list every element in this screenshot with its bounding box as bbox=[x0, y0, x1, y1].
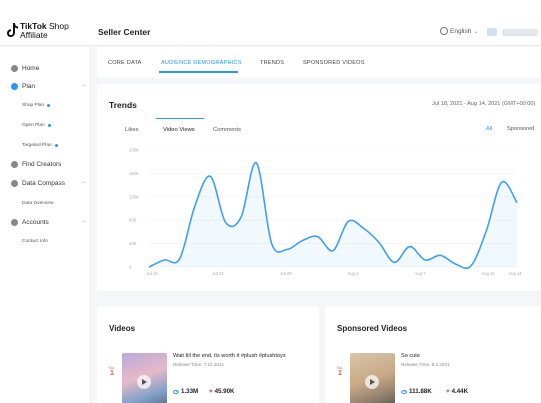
tab-sponsored-videos[interactable]: SPONSORED VIDEOS bbox=[303, 60, 365, 66]
status-dot bbox=[54, 144, 58, 147]
sidebar-sub-open-plan[interactable]: Open Plan bbox=[22, 123, 51, 128]
home-icon bbox=[11, 65, 18, 72]
sidebar-sub-label: Data Overview bbox=[22, 201, 54, 206]
tab-core-data[interactable]: CORE DATA bbox=[108, 60, 142, 66]
section-tabs: CORE DATA AUDIENCE DEMOGRAPHICS TRENDS S… bbox=[97, 47, 541, 78]
views-stat: 1.33M bbox=[173, 388, 198, 395]
avatar[interactable] bbox=[487, 28, 497, 36]
sidebar-sub-label: Shop Plan bbox=[22, 103, 45, 108]
brand-suffix: Shop bbox=[48, 21, 69, 31]
release-time: Release Time: 7.22.2021 bbox=[173, 362, 225, 367]
x-tick-label: Aug 14 bbox=[508, 271, 522, 276]
x-tick-label: Jul 23 bbox=[212, 271, 224, 276]
y-tick-label: 200K bbox=[129, 148, 139, 153]
sidebar-sub-label: Contact Info bbox=[22, 239, 48, 244]
account-name-redacted[interactable] bbox=[502, 29, 538, 36]
chevron-up-icon[interactable]: ⌃ bbox=[81, 220, 86, 227]
views-stat: 111.88K bbox=[401, 388, 432, 395]
language-label: English bbox=[450, 27, 472, 35]
series-area bbox=[149, 162, 517, 269]
rank-badge: No. 1 bbox=[109, 366, 115, 377]
chevron-up-icon[interactable]: ⌃ bbox=[81, 181, 86, 188]
sidebar-item-label: Find Creators bbox=[22, 161, 62, 168]
video-thumbnail[interactable] bbox=[350, 353, 395, 403]
plan-icon bbox=[11, 83, 18, 90]
video-title[interactable]: So cute bbox=[401, 353, 420, 359]
sidebar-sub-targeted-plan[interactable]: Targeted Plan bbox=[22, 143, 58, 148]
y-tick-label: 80K bbox=[129, 218, 137, 223]
sidebar-item-label: Home bbox=[22, 65, 40, 72]
x-tick-label: Jul 18 bbox=[146, 271, 158, 276]
likes-stat: ♥ 45.90K bbox=[209, 388, 235, 395]
status-dot bbox=[47, 124, 51, 127]
rank-number: 1 bbox=[110, 370, 114, 377]
views-count: 111.88K bbox=[409, 388, 432, 395]
trends-panel: Trends Jul 18, 2021 - Aug 14, 2021 (GMT+… bbox=[97, 84, 541, 291]
tab-trends[interactable]: TRENDS bbox=[260, 60, 284, 66]
play-icon[interactable] bbox=[365, 375, 379, 389]
sidebar-item-accounts[interactable]: Accounts bbox=[11, 219, 49, 226]
rank-badge: No. 1 bbox=[337, 366, 343, 377]
search-icon bbox=[11, 161, 18, 168]
sidebar-sub-contact-info[interactable]: Contact Info bbox=[22, 239, 48, 244]
compass-icon bbox=[11, 180, 18, 187]
sidebar-sub-label: Open Plan bbox=[22, 123, 45, 128]
video-thumbnail[interactable] bbox=[122, 353, 167, 403]
likes-count: 4.44K bbox=[451, 388, 469, 395]
y-tick-label: 0 bbox=[129, 265, 132, 270]
heart-icon: ♥ bbox=[209, 388, 213, 395]
rank-number: 1 bbox=[338, 370, 342, 377]
videos-title: Videos bbox=[109, 324, 136, 333]
tab-audience-demographics[interactable]: AUDIENCE DEMOGRAPHICS bbox=[161, 60, 242, 66]
views-count: 1.33M bbox=[181, 388, 199, 395]
likes-count: 45.90K bbox=[214, 388, 235, 395]
sidebar: Home Plan ⌃ Shop Plan Open Plan Targeted… bbox=[0, 47, 91, 403]
y-tick-label: 120K bbox=[129, 194, 139, 199]
likes-stat: ♥ 4.44K bbox=[446, 388, 468, 395]
eye-icon bbox=[401, 389, 407, 394]
eye-icon bbox=[173, 389, 179, 394]
sidebar-item-label: Plan bbox=[22, 83, 36, 90]
user-icon bbox=[11, 219, 18, 226]
status-dot bbox=[47, 104, 51, 107]
globe-icon bbox=[440, 27, 448, 35]
active-tab-underline bbox=[159, 71, 238, 73]
sidebar-item-home[interactable]: Home bbox=[11, 65, 39, 72]
chevron-up-icon[interactable]: ⌃ bbox=[81, 84, 86, 91]
x-tick-label: Aug 12 bbox=[481, 271, 495, 276]
video-title[interactable]: Wait till the end, its worth it #plush #… bbox=[173, 353, 286, 359]
x-tick-label: Aug 3 bbox=[348, 271, 360, 276]
y-tick-label: 160K bbox=[129, 171, 139, 176]
sidebar-item-data-compass[interactable]: Data Compass bbox=[11, 180, 65, 187]
play-icon[interactable] bbox=[137, 375, 151, 389]
y-tick-label: 40K bbox=[129, 241, 137, 246]
sidebar-item-plan[interactable]: Plan bbox=[11, 83, 35, 90]
x-tick-label: Jul 28 bbox=[280, 271, 292, 276]
x-tick-label: Aug 7 bbox=[415, 271, 427, 276]
chevron-down-icon: ⌄ bbox=[473, 28, 479, 35]
sidebar-item-label: Data Compass bbox=[22, 180, 65, 187]
top-bar: TikTok Shop Affiliate Seller Center Engl… bbox=[0, 0, 541, 46]
tiktok-logo[interactable]: TikTok Shop Affiliate bbox=[7, 20, 69, 42]
sidebar-sub-data-overview[interactable]: Data Overview bbox=[22, 201, 53, 206]
videos-card: Videos No. 1 Wait till the end, its wort… bbox=[97, 306, 319, 403]
release-time: Release Time: 8.3.2021 bbox=[401, 362, 450, 367]
page-title: Seller Center bbox=[98, 27, 151, 37]
sponsored-title: Sponsored Videos bbox=[337, 324, 408, 333]
brand-sub: Affiliate bbox=[20, 30, 48, 40]
sidebar-sub-label: Targeted Plan bbox=[22, 143, 52, 148]
sidebar-item-find-creators[interactable]: Find Creators bbox=[11, 161, 61, 168]
language-selector[interactable]: English ⌄ bbox=[440, 27, 478, 35]
heart-icon: ♥ bbox=[446, 388, 450, 395]
sidebar-item-label: Accounts bbox=[22, 219, 49, 226]
trends-line-chart: 0 40K 80K 120K 160K 200K Jul 18 Jul 23 Jul 28 Aug… bbox=[129, 148, 522, 277]
sponsored-videos-card: Sponsored Videos No. 1 So cute Release T… bbox=[325, 306, 541, 403]
sidebar-sub-shop-plan[interactable]: Shop Plan bbox=[22, 103, 51, 108]
tiktok-note-icon bbox=[7, 23, 18, 37]
